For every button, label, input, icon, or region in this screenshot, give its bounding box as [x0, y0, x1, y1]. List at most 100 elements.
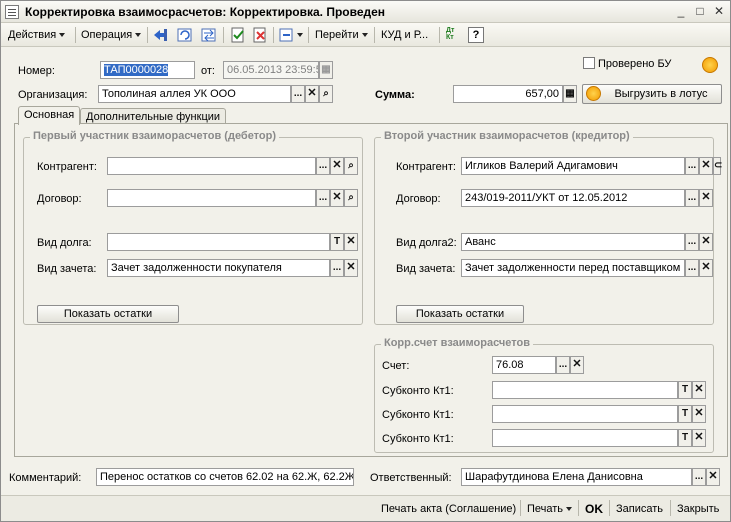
unpost-document-icon[interactable]	[251, 27, 269, 43]
print-act-button[interactable]: Печать акта (Соглашение)	[381, 500, 516, 518]
debtor-contract-search-button[interactable]: ⌕	[344, 189, 358, 207]
calculator-icon[interactable]: ▦	[563, 85, 577, 103]
subconto3-clear-button[interactable]: ✕	[692, 429, 706, 447]
creditor-counterparty-open-button[interactable]: ⊂	[713, 157, 722, 175]
subconto1-field[interactable]	[492, 381, 678, 399]
save-button[interactable]: Записать	[616, 500, 663, 518]
debtor-debt-type-label: Вид долга:	[37, 237, 92, 249]
goto-menu[interactable]: Перейти	[312, 26, 371, 44]
number-field[interactable]: ТАП0000028	[100, 61, 195, 79]
refresh-icon[interactable]	[176, 27, 194, 43]
organization-label: Организация:	[18, 89, 88, 101]
checked-bu-checkbox[interactable]	[583, 57, 595, 69]
operation-menu-label: Операция	[81, 29, 133, 41]
creditor-contract-select-button[interactable]: ...	[685, 189, 699, 207]
creditor-counterparty-label: Контрагент:	[396, 161, 456, 173]
creditor-debt-type-field[interactable]: Аванс	[461, 233, 685, 251]
maximize-button[interactable]: □	[692, 4, 708, 18]
account-field[interactable]: 76.08	[492, 356, 556, 374]
debtor-counterparty-select-button[interactable]: ...	[316, 157, 330, 175]
creditor-group-title: Второй участник взаиморасчетов (кредитор…	[381, 130, 633, 142]
debtor-show-balance-button[interactable]: Показать остатки	[37, 305, 179, 323]
responsible-label: Ответственный:	[370, 472, 452, 484]
debtor-debt-type-text-button[interactable]: T	[330, 233, 344, 251]
date-field: 06.05.2013 23:59:59	[223, 61, 319, 79]
dt-kt-icon[interactable]: Дт Кт	[445, 27, 463, 43]
close-window-button[interactable]: ✕	[711, 4, 727, 18]
minimize-button[interactable]: _	[673, 4, 689, 18]
creditor-counterparty-select-button[interactable]: ...	[685, 157, 699, 175]
responsible-select-button[interactable]: ...	[692, 468, 706, 486]
responsible-field[interactable]: Шарафутдинова Елена Данисовна	[461, 468, 692, 486]
subconto2-clear-button[interactable]: ✕	[692, 405, 706, 423]
comment-field[interactable]: Перенос остатков со счетов 62.02 на 62.Ж…	[96, 468, 354, 486]
actions-menu[interactable]: Действия	[5, 26, 68, 44]
account-clear-button[interactable]: ✕	[570, 356, 584, 374]
debtor-offset-type-clear-button[interactable]: ✕	[344, 259, 358, 277]
debtor-counterparty-clear-button[interactable]: ✕	[330, 157, 344, 175]
lotus-icon[interactable]	[702, 57, 718, 73]
creditor-contract-field[interactable]: 243/019-2011/УКТ от 12.05.2012	[461, 189, 685, 207]
post-document-icon[interactable]	[229, 27, 247, 43]
upload-lotus-button[interactable]: Выгрузить в лотус	[582, 84, 722, 104]
close-button[interactable]: Закрыть	[677, 500, 719, 518]
help-icon[interactable]: ?	[468, 27, 484, 43]
operation-menu[interactable]: Операция	[78, 26, 144, 44]
account-select-button[interactable]: ...	[556, 356, 570, 374]
debtor-debt-type-clear-button[interactable]: ✕	[344, 233, 358, 251]
subconto3-text-button[interactable]: T	[678, 429, 692, 447]
sum-field[interactable]: 657,00	[453, 85, 563, 103]
account-label: Счет:	[382, 360, 410, 372]
subconto3-label: Субконто Кт1:	[382, 433, 454, 445]
goto-menu-label: Перейти	[315, 29, 359, 41]
creditor-offset-type-clear-button[interactable]: ✕	[699, 259, 713, 277]
creditor-show-balance-button[interactable]: Показать остатки	[396, 305, 524, 323]
responsible-clear-button[interactable]: ✕	[706, 468, 720, 486]
checked-bu-label: Проверено БУ	[598, 58, 672, 70]
debtor-counterparty-search-button[interactable]: ⌕	[344, 157, 358, 175]
debtor-counterparty-field[interactable]	[107, 157, 316, 175]
subconto3-field[interactable]	[492, 429, 678, 447]
creditor-debt-type-select-button[interactable]: ...	[685, 233, 699, 251]
print-menu-label: Печать	[527, 503, 564, 515]
organization-clear-button[interactable]: ✕	[305, 85, 319, 103]
creditor-debt-type-clear-button[interactable]: ✕	[699, 233, 713, 251]
tab-main[interactable]: Основная	[18, 106, 81, 125]
subconto2-label: Субконто Кт1:	[382, 409, 454, 421]
footer-divider	[609, 500, 610, 516]
debtor-offset-type-field[interactable]: Зачет задолженности покупателя	[107, 259, 330, 277]
creditor-counterparty-field[interactable]: Игликов Валерий Адигамович	[461, 157, 685, 175]
toolbar-divider	[374, 27, 375, 43]
footer-divider	[670, 500, 671, 516]
print-menu[interactable]: Печать	[527, 500, 573, 518]
organization-select-button[interactable]: ...	[291, 85, 305, 103]
creditor-debt-type-label: Вид долга2:	[396, 237, 457, 249]
transfer-icon[interactable]	[200, 27, 218, 43]
back-arrow-icon[interactable]	[152, 27, 170, 43]
debtor-offset-type-select-button[interactable]: ...	[330, 259, 344, 277]
kud-button[interactable]: КУД и Р...	[378, 26, 431, 44]
organization-field[interactable]: Тополиная аллея УК ООО	[98, 85, 291, 103]
debtor-offset-type-label: Вид зачета:	[37, 263, 97, 275]
subconto2-field[interactable]	[492, 405, 678, 423]
organization-search-button[interactable]: ⌕	[319, 85, 333, 103]
ok-button[interactable]: OK	[585, 500, 603, 518]
creditor-contract-label: Договор:	[396, 193, 441, 205]
subconto1-clear-button[interactable]: ✕	[692, 381, 706, 399]
comment-label: Комментарий:	[9, 472, 82, 484]
toolbar-divider	[223, 27, 224, 43]
subconto1-text-button[interactable]: T	[678, 381, 692, 399]
creditor-contract-clear-button[interactable]: ✕	[699, 189, 713, 207]
debtor-contract-field[interactable]	[107, 189, 316, 207]
creditor-offset-type-field[interactable]: Зачет задолженности перед поставщиком	[461, 259, 685, 277]
subconto2-text-button[interactable]: T	[678, 405, 692, 423]
toolbar-divider	[75, 27, 76, 43]
create-based-on-icon[interactable]	[278, 27, 304, 43]
creditor-offset-type-select-button[interactable]: ...	[685, 259, 699, 277]
creditor-counterparty-clear-button[interactable]: ✕	[699, 157, 713, 175]
debtor-contract-clear-button[interactable]: ✕	[330, 189, 344, 207]
creditor-offset-type-label: Вид зачета:	[396, 263, 456, 275]
debtor-debt-type-field[interactable]	[107, 233, 330, 251]
debtor-contract-select-button[interactable]: ...	[316, 189, 330, 207]
toolbar-divider	[147, 27, 148, 43]
